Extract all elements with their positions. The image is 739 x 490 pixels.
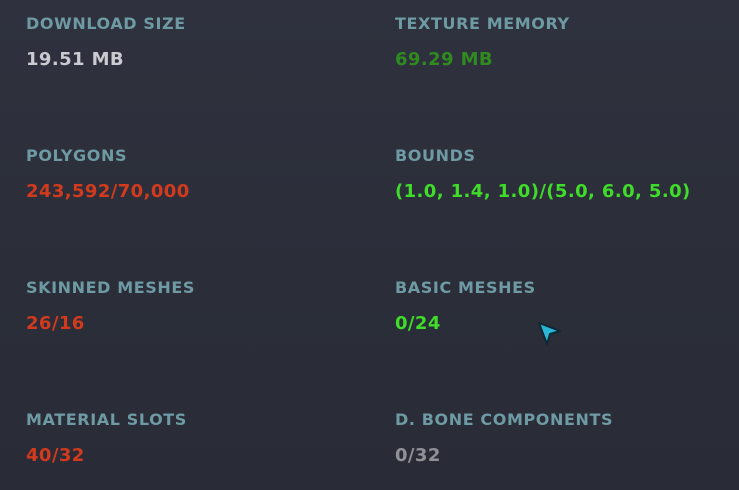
skinned-meshes-label: SKINNED MESHES: [26, 278, 196, 297]
polygons-label: POLYGONS: [26, 146, 128, 165]
pointer-cursor-icon: [538, 322, 561, 345]
dynamic-bone-components-value: 0/32: [395, 445, 441, 466]
dynamic-bone-components-label: D. BONE COMPONENTS: [395, 410, 614, 429]
stat-material-slots: MATERIAL SLOTS 40/32: [26, 410, 356, 467]
texture-memory-value: 69.29 MB: [395, 49, 494, 70]
download-size-label: DOWNLOAD SIZE: [26, 14, 186, 33]
bounds-label: BOUNDS: [395, 146, 476, 165]
stat-dynamic-bone-components: D. BONE COMPONENTS 0/32: [395, 410, 725, 467]
bounds-value: (1.0, 1.4, 1.0)/(5.0, 6.0, 5.0): [395, 181, 691, 202]
basic-meshes-label: BASIC MESHES: [395, 278, 536, 297]
polygons-value: 243,592/70,000: [26, 181, 190, 202]
stat-polygons: POLYGONS 243,592/70,000: [26, 146, 356, 203]
download-size-value: 19.51 MB: [26, 49, 125, 70]
stat-download-size: DOWNLOAD SIZE 19.51 MB: [26, 14, 356, 71]
stat-texture-memory: TEXTURE MEMORY 69.29 MB: [395, 14, 725, 71]
material-slots-value: 40/32: [26, 445, 85, 466]
skinned-meshes-value: 26/16: [26, 313, 85, 334]
stat-skinned-meshes: SKINNED MESHES 26/16: [26, 278, 356, 335]
stat-bounds: BOUNDS (1.0, 1.4, 1.0)/(5.0, 6.0, 5.0): [395, 146, 725, 203]
texture-memory-label: TEXTURE MEMORY: [395, 14, 570, 33]
material-slots-label: MATERIAL SLOTS: [26, 410, 187, 429]
